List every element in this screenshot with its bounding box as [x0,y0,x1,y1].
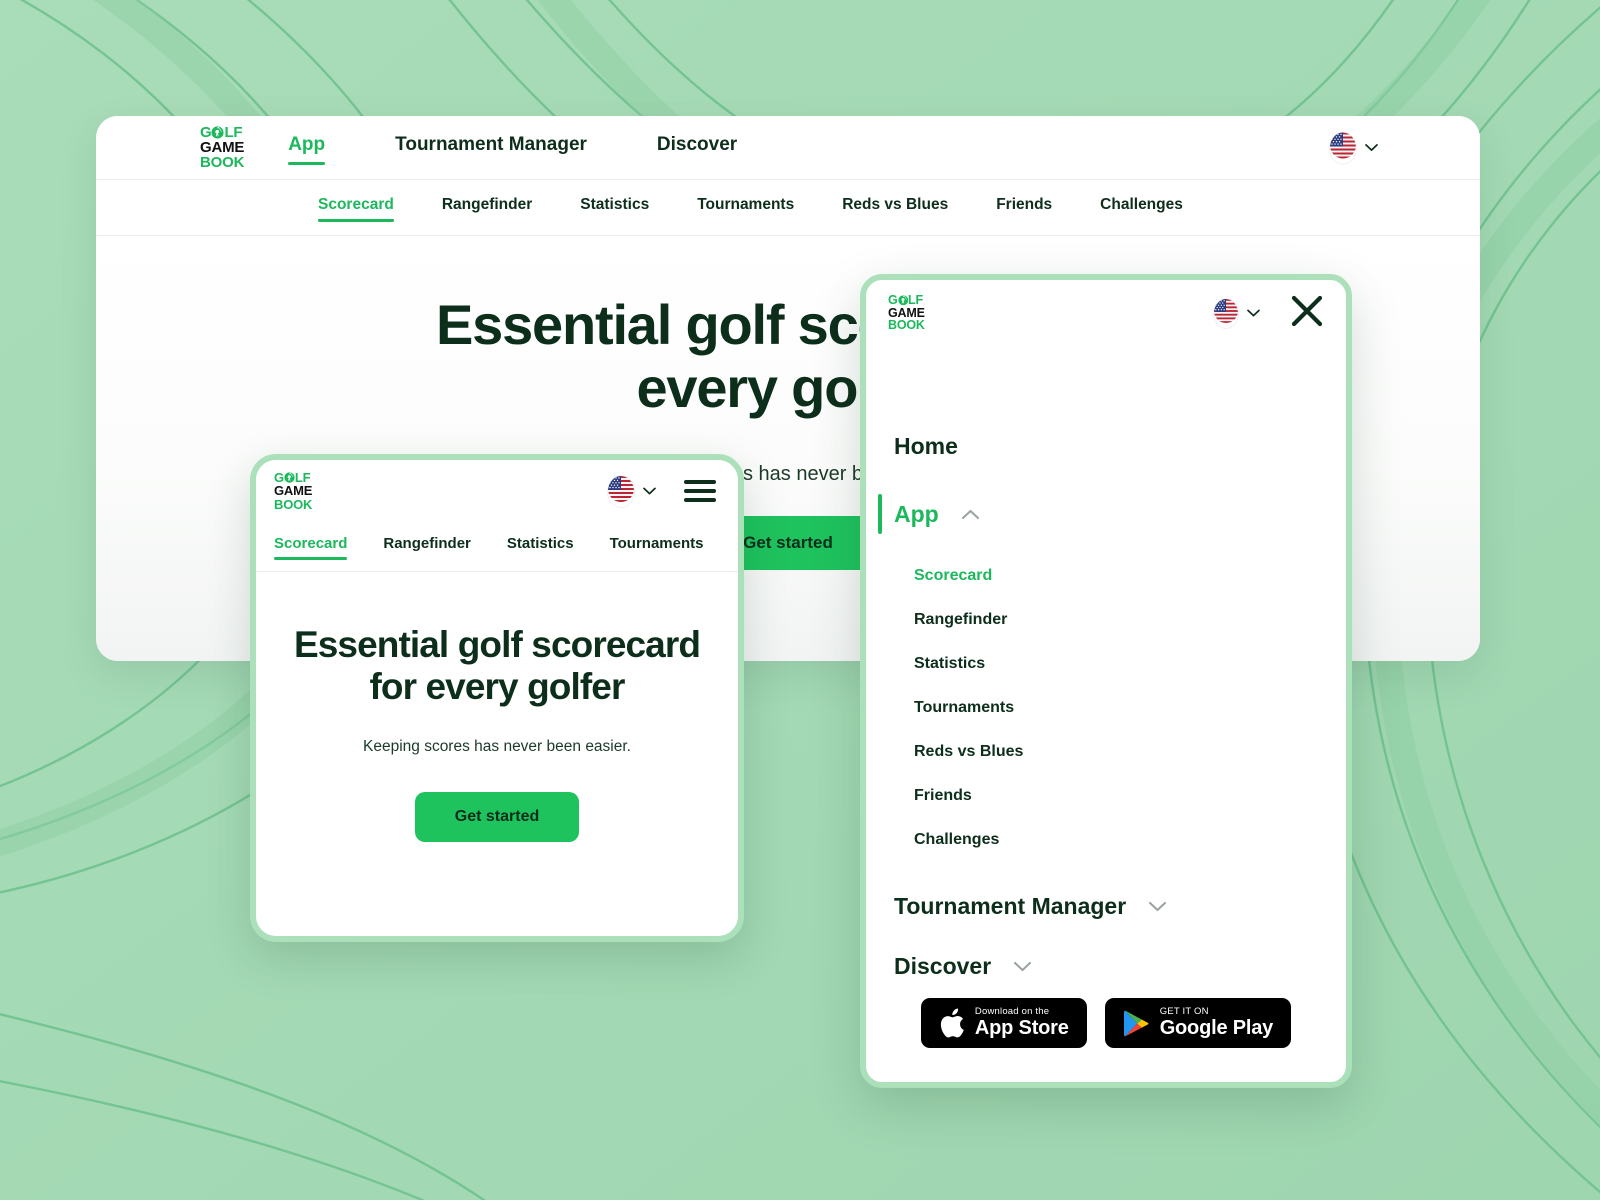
hamburger-bar [684,480,716,484]
us-flag-icon [1330,132,1356,163]
mobile-menu-panel: G LF GAME BOOK Home App Scorecard Rangef… [860,274,1352,1088]
logo-line-book: BOOK [200,154,245,172]
app-store-button[interactable]: Download on the App Store [920,998,1087,1048]
logo-letters-lf: LF [224,123,243,141]
submenu-item-rangefinder[interactable]: Rangefinder [914,598,1346,642]
mobile-preview-card: G LF GAME BOOK Scorecard Rangefinder Sta… [250,454,744,942]
google-play-text: GET IT ON Google Play [1159,1006,1274,1039]
subnav-item-reds-vs-blues[interactable]: Reds vs Blues [842,196,948,220]
mobile-language-selector[interactable] [608,475,656,507]
chevron-down-icon[interactable] [1148,901,1167,912]
nav-item-tournament-manager[interactable]: Tournament Manager [395,134,587,161]
menu-items-list: Home App Scorecard Rangefinder Statistic… [866,346,1346,998]
hamburger-icon[interactable] [684,480,716,502]
mobile-logo-letters-lf: LF [294,470,311,486]
menu-item-label: Home [894,432,958,459]
hamburger-bar [684,489,716,493]
mobile-subnav-item-tournaments[interactable]: Tournaments [610,535,704,559]
subnav-item-tournaments[interactable]: Tournaments [697,196,794,220]
menu-item-label: Discover [894,952,992,979]
subnav-item-rangefinder[interactable]: Rangefinder [442,196,532,220]
logo-letter-g: G [200,123,212,141]
us-flag-icon [608,475,634,507]
hamburger-bar [684,498,716,502]
mobile-cta-wrapper: Get started [286,792,708,843]
mobile-secondary-nav: Scorecard Rangefinder Statistics Tournam… [256,522,738,572]
subnav-item-scorecard[interactable]: Scorecard [318,196,394,222]
menu-logo-line-book: BOOK [888,318,925,333]
menu-header-actions [1214,294,1324,333]
chevron-down-icon [643,482,656,500]
submenu-item-friends[interactable]: Friends [914,774,1346,818]
menu-logo-line-golf: G LF [888,294,925,307]
menu-item-app[interactable]: App [866,488,1346,540]
app-store-text: Download on the App Store [975,1007,1069,1039]
subnav-item-challenges[interactable]: Challenges [1100,196,1183,220]
desktop-header: G LF GAME BOOK App Tournament Manager Di… [96,116,1480,180]
desktop-primary-nav: App Tournament Manager Discover [288,134,737,165]
chevron-down-icon[interactable] [1013,961,1032,972]
app-store-eyebrow: Download on the [974,1006,1050,1018]
mobile-hero-section: Essential golf scorecard for every golfe… [256,572,738,843]
app-store-title: App Store [974,1017,1069,1039]
submenu-item-reds-vs-blues[interactable]: Reds vs Blues [914,730,1346,774]
mobile-subnav-item-rangefinder[interactable]: Rangefinder [383,535,471,559]
nav-item-discover[interactable]: Discover [657,134,737,161]
menu-item-tournament-manager[interactable]: Tournament Manager [866,880,1346,932]
nav-item-app[interactable]: App [288,134,325,165]
google-play-title: Google Play [1159,1017,1274,1039]
menu-logo-letters-lf: LF [908,292,923,307]
golfer-icon [284,472,295,483]
chevron-down-icon [1247,304,1260,322]
mobile-logo-line-golf: G LF [274,470,312,486]
desktop-secondary-nav: Scorecard Rangefinder Statistics Tournam… [96,180,1480,236]
menu-language-selector[interactable] [1214,298,1260,328]
chevron-down-icon [1365,139,1378,157]
logo-golf-game-book[interactable]: G LF GAME BOOK [200,123,245,172]
mobile-subnav-item-statistics[interactable]: Statistics [507,535,574,559]
language-selector[interactable] [1330,132,1378,163]
menu-logo-letter-g: G [888,292,898,307]
mobile-header-actions [608,475,716,507]
menu-item-home[interactable]: Home [866,420,1346,472]
mobile-logo-line-book: BOOK [274,496,313,512]
submenu-item-scorecard[interactable]: Scorecard [914,554,1346,598]
submenu-item-tournaments[interactable]: Tournaments [914,686,1346,730]
google-play-icon [1123,1009,1150,1038]
subnav-item-friends[interactable]: Friends [996,196,1052,220]
active-accent-bar [878,494,882,534]
submenu-item-statistics[interactable]: Statistics [914,642,1346,686]
menu-spacer [866,472,1346,488]
mobile-get-started-button[interactable]: Get started [414,792,580,843]
menu-spacer [866,868,1346,880]
close-icon[interactable] [1290,294,1324,333]
menu-item-discover[interactable]: Discover [866,940,1346,992]
mobile-logo-line-game: GAME [274,483,313,499]
mobile-page-subtitle: Keeping scores has never been easier. [363,738,631,756]
chevron-up-icon[interactable] [961,509,980,520]
app-store-badges: Download on the App Store GET IT ON Goog… [866,998,1346,1082]
mobile-header: G LF GAME BOOK [256,460,738,522]
menu-panel-header: G LF GAME BOOK [866,280,1346,346]
subnav-item-statistics[interactable]: Statistics [580,196,649,220]
mobile-page-title: Essential golf scorecard for every golfe… [293,624,701,708]
us-flag-icon [1214,298,1238,328]
mobile-subnav-item-scorecard[interactable]: Scorecard [274,535,348,560]
mobile-logo-letter-g: G [274,470,284,486]
google-play-button[interactable]: GET IT ON Google Play [1104,998,1292,1048]
submenu-item-challenges[interactable]: Challenges [914,818,1346,862]
menu-logo-golf-game-book[interactable]: G LF GAME BOOK [888,294,925,332]
logo-line-game: GAME [200,138,245,156]
mobile-logo-golf-game-book[interactable]: G LF GAME BOOK [274,471,312,511]
apple-icon [939,1008,965,1039]
google-play-eyebrow: GET IT ON [1159,1006,1209,1018]
golfer-icon [897,295,909,306]
golfer-icon [211,126,225,139]
menu-item-label: App [894,500,939,527]
app-submenu: Scorecard Rangefinder Statistics Tournam… [866,540,1346,868]
menu-item-label: Tournament Manager [894,892,1127,919]
logo-line-golf: G LF [200,123,244,141]
